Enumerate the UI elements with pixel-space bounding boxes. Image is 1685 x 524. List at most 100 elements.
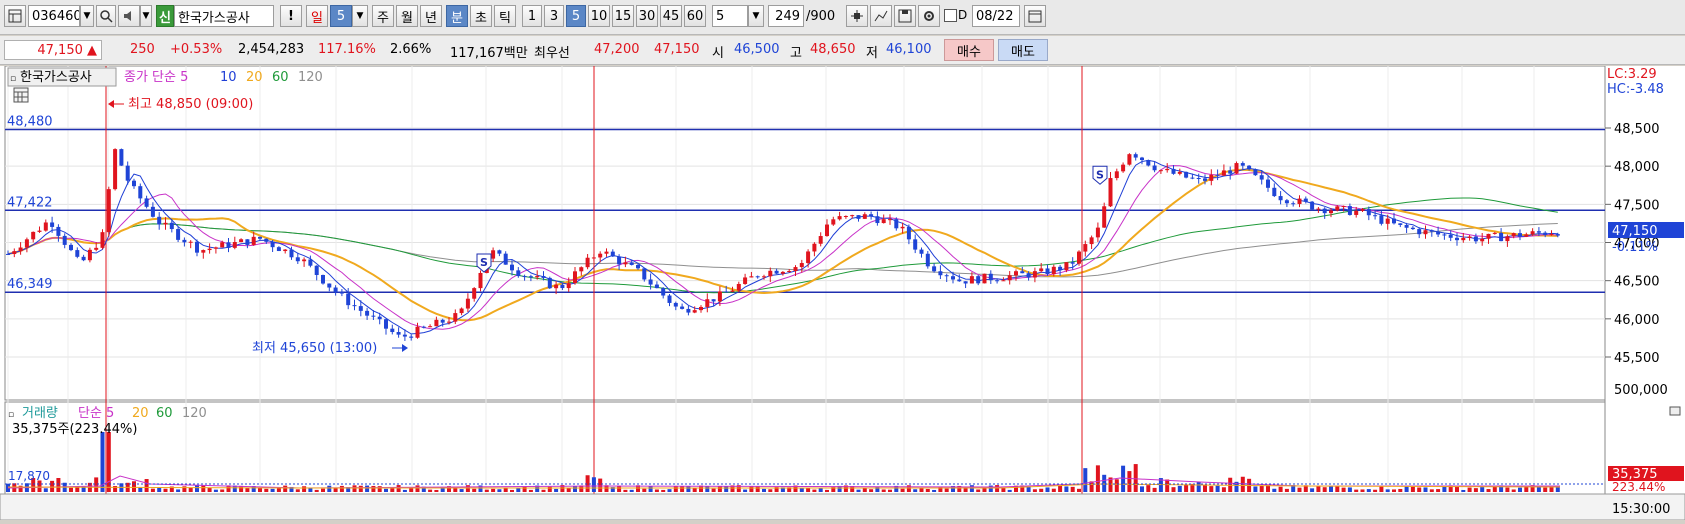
interval-30-button[interactable]: 30 [636, 5, 658, 27]
low-label: 저 [866, 46, 878, 61]
volume-bar [749, 486, 754, 492]
interval-1-button[interactable]: 1 [522, 5, 542, 27]
candle-body [579, 267, 584, 272]
volume-bar [163, 488, 168, 492]
candle-body [56, 226, 61, 236]
volume-bar [692, 488, 697, 492]
interval-15-button[interactable]: 15 [612, 5, 634, 27]
interval-chevron-icon[interactable]: ▼ [748, 5, 764, 27]
speaker-icon[interactable] [118, 5, 140, 27]
candle-body [1272, 187, 1277, 197]
layout-icon[interactable] [4, 5, 26, 27]
volume-bar [484, 489, 489, 492]
chart-area[interactable]: 48,480 47,422 46,349 S S 48,500 48,000 47,500… [0, 65, 1685, 521]
stock-code-input[interactable]: 036460 [28, 5, 80, 27]
candle-body [755, 276, 760, 278]
sell-button[interactable]: 매도 [998, 39, 1048, 61]
calendar-icon[interactable] [1024, 5, 1046, 27]
save-icon[interactable] [894, 5, 916, 27]
candle-body [831, 219, 836, 225]
settings-icon[interactable] [918, 5, 940, 27]
volume-bar [302, 486, 307, 492]
volume-bar [1543, 487, 1548, 492]
volume-bar [472, 488, 477, 492]
line-icon[interactable] [870, 5, 892, 27]
grid-toggle-icon[interactable] [13, 87, 29, 103]
volume-pane[interactable] [4, 401, 1606, 495]
candle-body [440, 319, 445, 323]
y-tick-label: 46,000 [1614, 313, 1660, 328]
candle-body [12, 251, 17, 255]
candle-body [900, 226, 905, 229]
volume-bar [1417, 487, 1422, 492]
candle-body [459, 308, 464, 314]
candle-body [1316, 208, 1321, 210]
period-tick-button[interactable]: 틱 [494, 5, 516, 27]
price-ma20-legend: 20 [246, 70, 263, 85]
lc-label: LC:3.29 [1607, 67, 1657, 82]
candle-body [1530, 231, 1535, 235]
stock-name-field[interactable]: 한국가스공사 [174, 5, 274, 27]
level-label: 48,480 [7, 115, 53, 130]
interval-input[interactable]: 5 [712, 5, 748, 27]
collapse-icon[interactable] [1669, 406, 1681, 416]
crosshair-icon[interactable] [846, 5, 868, 27]
speaker-chevron-icon[interactable]: ▼ [140, 5, 152, 27]
search-icon[interactable] [96, 5, 116, 27]
price-pane[interactable] [4, 65, 1606, 401]
volume-bar [1322, 487, 1327, 492]
candle-body [717, 291, 722, 302]
svg-text:120: 120 [182, 406, 207, 421]
y-tick-label: 46,500 [1614, 275, 1660, 290]
candle-body [1555, 234, 1560, 236]
volume-bar [1278, 486, 1283, 492]
period-day-button[interactable]: 일 [306, 5, 328, 27]
volume-bar [1392, 489, 1396, 492]
interval-10-button[interactable]: 10 [588, 5, 610, 27]
candle-body [1077, 251, 1081, 264]
candle-body [1417, 229, 1422, 235]
period-num-select[interactable]: 5 [330, 5, 352, 27]
period-month-button[interactable]: 월 [396, 5, 418, 27]
period-chevron-icon[interactable]: ▼ [352, 5, 368, 27]
candle-body [724, 291, 729, 293]
candle-body [37, 230, 42, 232]
volume-bar [654, 489, 659, 492]
volume-bar [384, 488, 388, 492]
candle-body [182, 239, 187, 243]
volume-bar [157, 487, 162, 492]
interval-3-button[interactable]: 3 [544, 5, 564, 27]
y-tick-label: 47,500 [1614, 198, 1660, 213]
candle-body [566, 283, 571, 289]
interval-45-button[interactable]: 45 [660, 5, 682, 27]
volume-bar [818, 487, 823, 492]
candle-body [617, 256, 622, 265]
alert-button[interactable]: ! [280, 5, 302, 27]
volume-bar [1177, 485, 1182, 492]
candle-body [938, 271, 943, 276]
volume-bar [245, 488, 250, 492]
buy-button[interactable]: 매수 [944, 39, 994, 61]
candle-body [176, 229, 181, 240]
candle-body [87, 249, 92, 261]
volume-bar [1429, 489, 1434, 492]
price-change: 250 [130, 42, 155, 57]
chart-svg[interactable]: 48,480 47,422 46,349 S S 48,500 48,000 47,500… [0, 65, 1685, 521]
volume-bar [434, 489, 439, 492]
interval-5-button[interactable]: 5 [566, 5, 586, 27]
volume-bar [900, 488, 905, 492]
date-input[interactable]: 08/22 [972, 5, 1020, 27]
date-checkbox-label: D [958, 8, 968, 22]
volume-info: 35,375주(223.44%) [12, 422, 137, 437]
chevron-down-icon[interactable]: ▼ [80, 5, 94, 27]
volume-bar [321, 488, 325, 492]
date-checkbox[interactable] [944, 9, 957, 22]
volume-bar [1215, 485, 1220, 492]
interval-60-button[interactable]: 60 [684, 5, 706, 27]
count-input[interactable]: 249 [768, 5, 804, 27]
period-year-button[interactable]: 년 [420, 5, 442, 27]
period-minute-button[interactable]: 분 [446, 5, 468, 27]
period-week-button[interactable]: 주 [372, 5, 394, 27]
candle-body [239, 239, 244, 243]
period-second-button[interactable]: 초 [470, 5, 492, 27]
